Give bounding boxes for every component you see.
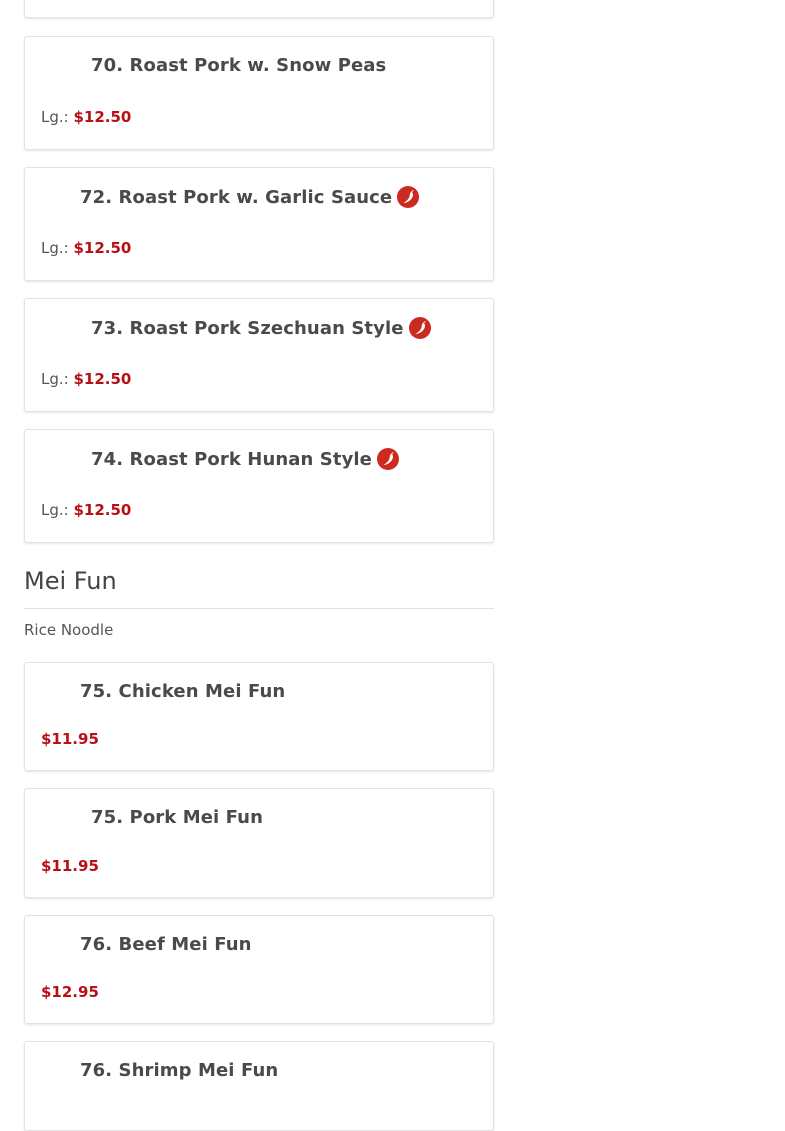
item-price[interactable]: $12.50 [73, 370, 131, 388]
hot-pepper-icon [377, 448, 399, 470]
menu-item-card[interactable]: 75. Chicken Mei Fun $11.95 [24, 662, 494, 771]
menu-item-name[interactable]: 75. Pork Mei Fun [91, 807, 263, 828]
menu-item-name[interactable]: 73. Roast Pork Szechuan Style [91, 317, 431, 339]
menu-item-card[interactable]: 76. Shrimp Mei Fun [24, 1041, 494, 1131]
item-price[interactable]: $11.95 [41, 857, 99, 875]
menu-item-price-row: $11.95 [41, 857, 99, 875]
menu-item-price-row: Lg.: $12.50 [41, 108, 131, 126]
item-price[interactable]: $11.95 [41, 730, 99, 748]
hot-pepper-icon [408, 317, 431, 339]
menu-item-card[interactable]: 75. Pork Mei Fun $11.95 [24, 788, 494, 898]
section-subtitle: Rice Noodle [24, 621, 114, 639]
section-divider [24, 608, 494, 609]
menu-item-name-text: 76. Beef Mei Fun [80, 934, 252, 955]
menu-item-card-partial[interactable] [24, 0, 494, 18]
menu-item-card[interactable]: 73. Roast Pork Szechuan Style Lg.: $12.5… [24, 298, 494, 412]
menu-item-name[interactable]: 70. Roast Pork w. Snow Peas [91, 55, 386, 76]
item-price[interactable]: $12.95 [41, 983, 99, 1001]
menu-item-card[interactable]: 76. Beef Mei Fun $12.95 [24, 915, 494, 1024]
size-label: Lg.: [41, 370, 69, 388]
hot-pepper-icon [397, 186, 420, 208]
menu-item-name-text: 75. Pork Mei Fun [91, 807, 264, 828]
menu-item-name-text: 70. Roast Pork w. Snow Peas [91, 55, 387, 76]
item-price[interactable]: $12.50 [73, 501, 131, 519]
menu-item-name[interactable]: 76. Beef Mei Fun [80, 934, 252, 955]
menu-item-name[interactable]: 76. Shrimp Mei Fun [80, 1060, 278, 1081]
menu-item-name[interactable]: 75. Chicken Mei Fun [80, 681, 285, 702]
menu-item-price-row: $12.95 [41, 983, 99, 1001]
menu-item-name-text: 74. Roast Pork Hunan Style [91, 448, 372, 470]
item-price[interactable]: $12.50 [73, 239, 131, 257]
menu-item-name[interactable]: 72. Roast Pork w. Garlic Sauce [80, 186, 420, 208]
menu-item-price-row: $11.95 [41, 730, 99, 748]
menu-item-name-text: 75. Chicken Mei Fun [80, 681, 286, 702]
size-label: Lg.: [41, 501, 69, 519]
menu-item-price-row: Lg.: $12.50 [41, 501, 131, 519]
menu-item-name[interactable]: 74. Roast Pork Hunan Style [91, 448, 399, 470]
menu-item-name-text: 73. Roast Pork Szechuan Style [91, 317, 404, 339]
menu-item-card[interactable]: 72. Roast Pork w. Garlic Sauce Lg.: $12.… [24, 167, 494, 281]
item-price[interactable]: $12.50 [73, 108, 131, 126]
size-label: Lg.: [41, 239, 69, 257]
menu-item-card[interactable]: 74. Roast Pork Hunan Style Lg.: $12.50 [24, 429, 494, 543]
menu-item-card[interactable]: 70. Roast Pork w. Snow Peas Lg.: $12.50 [24, 36, 494, 150]
menu-item-name-text: 72. Roast Pork w. Garlic Sauce [80, 186, 393, 208]
menu-item-price-row: Lg.: $12.50 [41, 239, 131, 257]
menu-item-name-text: 76. Shrimp Mei Fun [80, 1060, 279, 1081]
size-label: Lg.: [41, 108, 69, 126]
menu-item-price-row: Lg.: $12.50 [41, 370, 131, 388]
section-title: Mei Fun [24, 567, 117, 595]
